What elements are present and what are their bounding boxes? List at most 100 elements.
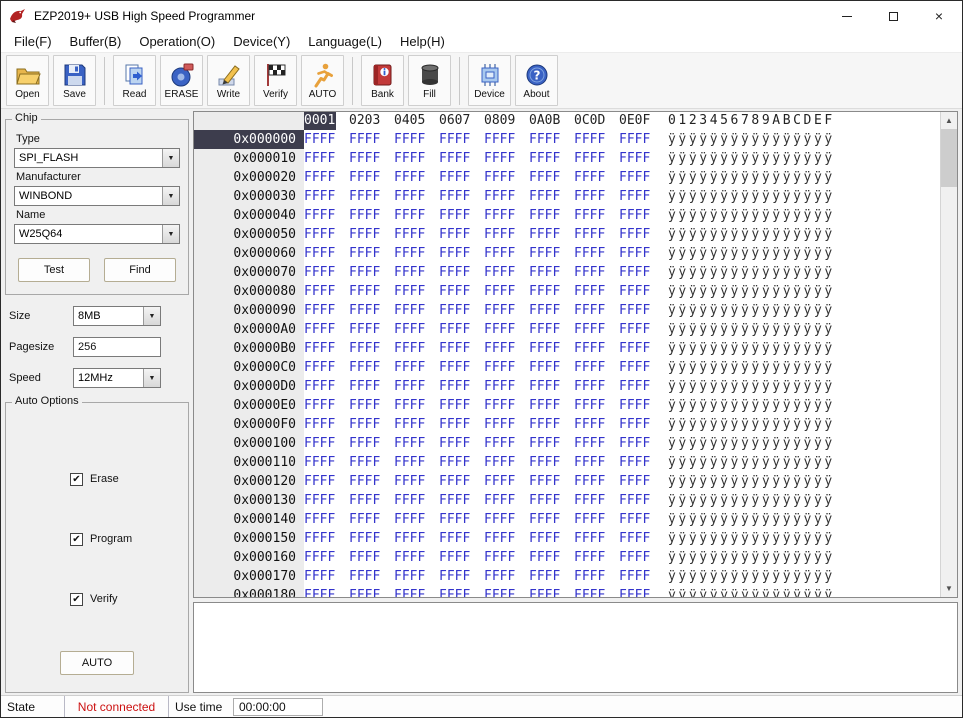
hex-cell[interactable]: FFFF bbox=[529, 415, 561, 434]
hex-cell[interactable]: FFFF bbox=[484, 225, 516, 244]
hex-cell[interactable]: FFFF bbox=[574, 377, 606, 396]
hex-cell[interactable]: FFFF bbox=[529, 320, 561, 339]
chip-type-select[interactable]: SPI_FLASH ▼ bbox=[14, 148, 180, 168]
hex-cell[interactable]: FFFF bbox=[304, 567, 336, 586]
hex-cell[interactable]: FFFF bbox=[349, 339, 381, 358]
hex-cell[interactable]: FFFF bbox=[619, 187, 651, 206]
hex-cell[interactable]: FFFF bbox=[574, 168, 606, 187]
hex-cell[interactable]: FFFF bbox=[394, 491, 426, 510]
hex-cell[interactable]: FFFF bbox=[484, 567, 516, 586]
chevron-down-icon[interactable]: ▼ bbox=[143, 369, 160, 387]
hex-cell[interactable]: FFFF bbox=[484, 244, 516, 263]
hex-cell[interactable]: FFFF bbox=[619, 130, 651, 149]
hex-cell[interactable]: FFFF bbox=[394, 130, 426, 149]
hex-cell[interactable]: FFFF bbox=[349, 282, 381, 301]
hex-cell[interactable]: FFFF bbox=[439, 529, 471, 548]
hex-cell[interactable]: FFFF bbox=[574, 548, 606, 567]
hex-cell[interactable]: FFFF bbox=[574, 130, 606, 149]
open-button[interactable]: Open bbox=[6, 55, 49, 106]
hex-cell[interactable]: FFFF bbox=[439, 453, 471, 472]
test-button[interactable]: Test bbox=[18, 258, 90, 282]
hex-cell[interactable]: FFFF bbox=[619, 149, 651, 168]
hex-cell[interactable]: FFFF bbox=[304, 130, 336, 149]
hex-cell[interactable]: FFFF bbox=[304, 339, 336, 358]
hex-cell[interactable]: FFFF bbox=[349, 263, 381, 282]
menu-file[interactable]: File(F) bbox=[5, 32, 61, 51]
hex-cell[interactable]: FFFF bbox=[484, 529, 516, 548]
hex-cell[interactable]: FFFF bbox=[349, 472, 381, 491]
hex-cell[interactable]: FFFF bbox=[349, 149, 381, 168]
menu-operation[interactable]: Operation(O) bbox=[130, 32, 224, 51]
hex-cell[interactable]: FFFF bbox=[529, 339, 561, 358]
scroll-up-icon[interactable]: ▲ bbox=[941, 112, 957, 129]
hex-cell[interactable]: FFFF bbox=[574, 301, 606, 320]
hex-cell[interactable]: FFFF bbox=[394, 282, 426, 301]
hex-cell[interactable]: FFFF bbox=[484, 339, 516, 358]
write-button[interactable]: Write bbox=[207, 55, 250, 106]
hex-cell[interactable]: FFFF bbox=[574, 225, 606, 244]
hex-cell[interactable]: FFFF bbox=[439, 548, 471, 567]
ascii-cell[interactable]: ÿÿÿÿÿÿÿÿÿÿÿÿÿÿÿÿ bbox=[668, 320, 835, 339]
hex-cell[interactable]: FFFF bbox=[484, 320, 516, 339]
hex-cell[interactable]: FFFF bbox=[484, 206, 516, 225]
hex-cell[interactable]: FFFF bbox=[619, 263, 651, 282]
hex-cell[interactable]: FFFF bbox=[439, 130, 471, 149]
hex-cell[interactable]: FFFF bbox=[574, 320, 606, 339]
hex-cell[interactable]: FFFF bbox=[484, 472, 516, 491]
hex-cell[interactable]: FFFF bbox=[349, 586, 381, 597]
chevron-down-icon[interactable]: ▼ bbox=[162, 149, 179, 167]
hex-cell[interactable]: FFFF bbox=[619, 339, 651, 358]
hex-cell[interactable]: FFFF bbox=[619, 396, 651, 415]
hex-cell[interactable]: FFFF bbox=[529, 358, 561, 377]
ascii-cell[interactable]: ÿÿÿÿÿÿÿÿÿÿÿÿÿÿÿÿ bbox=[668, 491, 835, 510]
hex-cell[interactable]: FFFF bbox=[394, 187, 426, 206]
hex-cell[interactable]: FFFF bbox=[304, 510, 336, 529]
hex-cell[interactable]: FFFF bbox=[304, 491, 336, 510]
hex-cell[interactable]: FFFF bbox=[529, 567, 561, 586]
hex-cell[interactable]: FFFF bbox=[619, 168, 651, 187]
hex-cell[interactable]: FFFF bbox=[439, 263, 471, 282]
ascii-cell[interactable]: ÿÿÿÿÿÿÿÿÿÿÿÿÿÿÿÿ bbox=[668, 130, 835, 149]
hex-cell[interactable]: FFFF bbox=[484, 301, 516, 320]
hex-cell[interactable]: FFFF bbox=[304, 206, 336, 225]
hex-cell[interactable]: FFFF bbox=[484, 415, 516, 434]
hex-cell[interactable]: FFFF bbox=[304, 320, 336, 339]
hex-cell[interactable]: FFFF bbox=[439, 244, 471, 263]
hex-cell[interactable]: FFFF bbox=[574, 149, 606, 168]
hex-cell[interactable]: FFFF bbox=[304, 282, 336, 301]
hex-cell[interactable]: FFFF bbox=[484, 130, 516, 149]
minimize-button[interactable] bbox=[824, 1, 870, 31]
hex-cell[interactable]: FFFF bbox=[484, 453, 516, 472]
chevron-down-icon[interactable]: ▼ bbox=[162, 187, 179, 205]
ascii-cell[interactable]: ÿÿÿÿÿÿÿÿÿÿÿÿÿÿÿÿ bbox=[668, 263, 835, 282]
hex-cell[interactable]: FFFF bbox=[619, 434, 651, 453]
menu-language[interactable]: Language(L) bbox=[299, 32, 391, 51]
hex-cell[interactable]: FFFF bbox=[439, 377, 471, 396]
hex-cell[interactable]: FFFF bbox=[349, 225, 381, 244]
hex-cell[interactable]: FFFF bbox=[619, 510, 651, 529]
hex-cell[interactable]: FFFF bbox=[394, 434, 426, 453]
hex-cell[interactable]: FFFF bbox=[349, 548, 381, 567]
ascii-cell[interactable]: ÿÿÿÿÿÿÿÿÿÿÿÿÿÿÿÿ bbox=[668, 225, 835, 244]
hex-cell[interactable]: FFFF bbox=[394, 301, 426, 320]
ascii-cell[interactable]: ÿÿÿÿÿÿÿÿÿÿÿÿÿÿÿÿ bbox=[668, 529, 835, 548]
hex-cell[interactable]: FFFF bbox=[574, 586, 606, 597]
ascii-cell[interactable]: ÿÿÿÿÿÿÿÿÿÿÿÿÿÿÿÿ bbox=[668, 472, 835, 491]
hex-cell[interactable]: FFFF bbox=[574, 529, 606, 548]
hex-cell[interactable]: FFFF bbox=[349, 510, 381, 529]
menu-help[interactable]: Help(H) bbox=[391, 32, 454, 51]
hex-cell[interactable]: FFFF bbox=[304, 301, 336, 320]
hex-cell[interactable]: FFFF bbox=[529, 396, 561, 415]
hex-cell[interactable]: FFFF bbox=[484, 586, 516, 597]
hex-cell[interactable]: FFFF bbox=[574, 491, 606, 510]
ascii-cell[interactable]: ÿÿÿÿÿÿÿÿÿÿÿÿÿÿÿÿ bbox=[668, 586, 835, 597]
hex-cell[interactable]: FFFF bbox=[529, 282, 561, 301]
hex-cell[interactable]: FFFF bbox=[349, 567, 381, 586]
hex-cell[interactable]: FFFF bbox=[394, 529, 426, 548]
hex-cell[interactable]: FFFF bbox=[304, 187, 336, 206]
hex-cell[interactable]: FFFF bbox=[304, 244, 336, 263]
hex-cell[interactable]: FFFF bbox=[304, 168, 336, 187]
hex-cell[interactable]: FFFF bbox=[619, 320, 651, 339]
hex-cell[interactable]: FFFF bbox=[439, 434, 471, 453]
hex-cell[interactable]: FFFF bbox=[439, 358, 471, 377]
